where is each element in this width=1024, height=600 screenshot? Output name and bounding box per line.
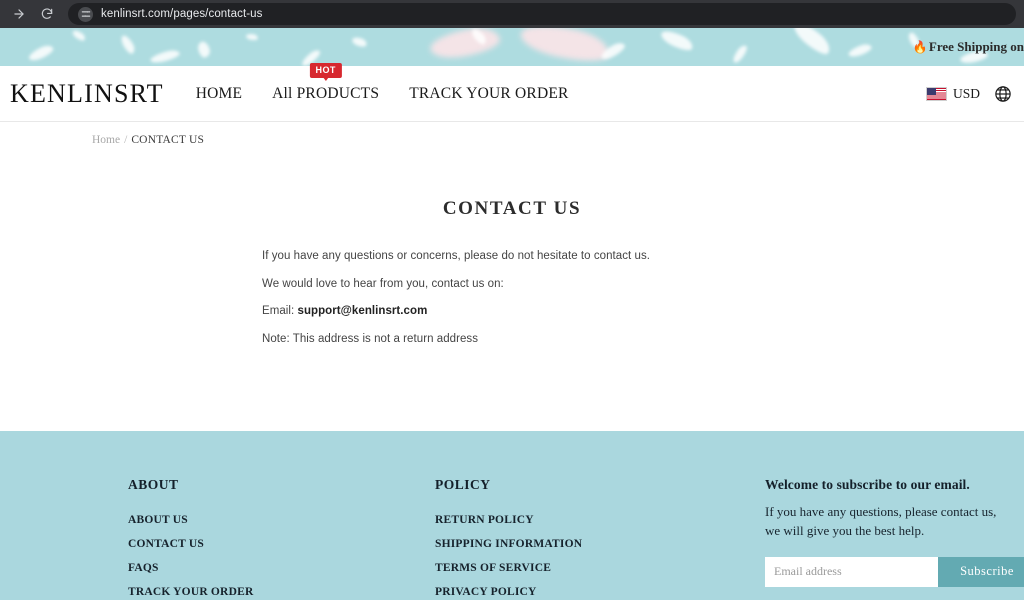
us-flag-icon (925, 86, 947, 101)
currency-selector[interactable]: USD (925, 85, 980, 102)
breadcrumb-current: CONTACT US (131, 134, 205, 146)
reload-icon[interactable] (36, 3, 58, 25)
breadcrumb-home-link[interactable]: Home (92, 134, 120, 146)
site-footer: ABOUT ABOUT US CONTACT US FAQS TRACK YOU… (0, 431, 1024, 600)
announcement-label: Free Shipping on (928, 39, 1024, 54)
footer-heading-about: ABOUT (128, 477, 179, 492)
contact-note: Note: This address is not a return addre… (262, 332, 479, 345)
subscribe-button[interactable]: Subscribe (938, 556, 1024, 587)
nav-label: All PRODUCTS (272, 84, 380, 102)
nav-item-home[interactable]: HOME (196, 81, 242, 107)
site-logo[interactable]: KENLINSRT (10, 79, 164, 109)
url-text: kenlinsrt.com/pages/contact-us (101, 8, 263, 20)
footer-link-contact-us[interactable]: CONTACT US (128, 538, 435, 550)
flame-icon: 🔥 (912, 39, 928, 54)
newsletter-description: If you have any questions, please contac… (765, 504, 997, 538)
support-email[interactable]: support@kenlinsrt.com (298, 305, 428, 317)
footer-heading-policy: POLICY (435, 477, 491, 492)
email-label: Email: (262, 305, 295, 318)
hot-badge: HOT (309, 62, 342, 78)
contact-email-line: Email: support@kenlinsrt.com (262, 304, 762, 320)
breadcrumb: Home / CONTACT US (0, 122, 1024, 146)
footer-link-faqs[interactable]: FAQS (128, 562, 435, 574)
nav-item-all-products[interactable]: HOT All PRODUCTS (272, 62, 380, 107)
browser-chrome: kenlinsrt.com/pages/contact-us (0, 0, 1024, 28)
breadcrumb-separator: / (124, 134, 128, 146)
nav-label: HOME (195, 84, 243, 102)
footer-link-shipping-information[interactable]: SHIPPING INFORMATION (435, 538, 765, 550)
newsletter-title: Welcome to subscribe to our email. (765, 477, 970, 492)
site-settings-icon[interactable] (78, 6, 93, 22)
announcement-bar: 🔥 Free Shipping on (0, 28, 1024, 66)
contact-body: If you have any questions or concerns, p… (262, 249, 762, 347)
footer-link-about-us[interactable]: ABOUT US (128, 514, 435, 526)
newsletter-form: Subscribe (765, 556, 1024, 587)
nav-label: TRACK YOUR ORDER (409, 84, 569, 102)
site-header: KENLINSRT HOME HOT All PRODUCTS TRACK YO… (0, 62, 1024, 122)
email-input[interactable] (765, 556, 938, 587)
page-title: CONTACT US (442, 198, 582, 219)
contact-paragraph-2: We would love to hear from you, contact … (262, 277, 504, 290)
header-actions: USD (925, 85, 1012, 103)
main-navigation: HOME HOT All PRODUCTS TRACK YOUR ORDER (196, 62, 569, 107)
contact-paragraph-1: If you have any questions or concerns, p… (262, 250, 651, 262)
footer-column-policy: POLICY RETURN POLICY SHIPPING INFORMATIO… (435, 477, 765, 600)
nav-item-track-your-order[interactable]: TRACK YOUR ORDER (409, 81, 568, 107)
currency-code: USD (952, 85, 980, 101)
petal-decoration (0, 28, 1024, 66)
globe-icon[interactable] (994, 85, 1012, 103)
footer-link-track-your-order[interactable]: TRACK YOUR ORDER (128, 586, 435, 598)
announcement-marquee: 🔥 Free Shipping on (913, 28, 1024, 66)
forward-arrow-icon[interactable] (8, 3, 30, 25)
footer-link-return-policy[interactable]: RETURN POLICY (435, 514, 765, 526)
address-bar[interactable]: kenlinsrt.com/pages/contact-us (68, 3, 1016, 25)
footer-column-about: ABOUT ABOUT US CONTACT US FAQS TRACK YOU… (128, 477, 435, 600)
footer-link-privacy-policy[interactable]: PRIVACY POLICY (435, 586, 765, 598)
footer-link-terms-of-service[interactable]: TERMS OF SERVICE (435, 562, 765, 574)
footer-column-newsletter: Welcome to subscribe to our email. If yo… (765, 477, 1024, 600)
page-main: CONTACT US If you have any questions or … (0, 198, 1024, 431)
